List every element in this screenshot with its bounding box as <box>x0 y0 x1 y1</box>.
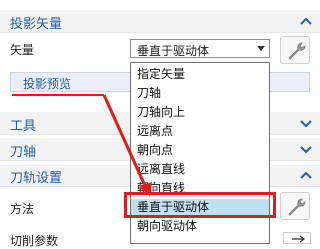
red-arrow-icon <box>102 94 152 196</box>
